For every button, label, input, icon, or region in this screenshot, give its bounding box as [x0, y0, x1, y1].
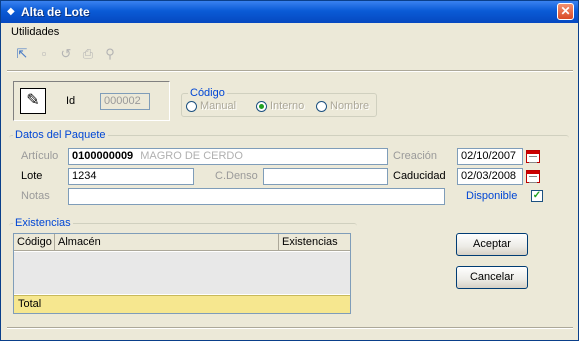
aceptar-button[interactable]: Aceptar — [456, 233, 528, 256]
menu-utilidades[interactable]: Utilidades — [11, 26, 59, 38]
bottom-separator — [7, 327, 573, 329]
save-icon[interactable]: ▫ — [33, 43, 55, 65]
datos-paquete-legend: Datos del Paquete — [13, 129, 108, 141]
codigo-group: Código Manual Interno Nombre — [181, 87, 377, 117]
search-icon[interactable]: ⚲ — [99, 43, 121, 65]
notas-field[interactable] — [68, 188, 445, 205]
articulo-name: MAGRO DE CERDO — [140, 150, 243, 162]
title-bar: ◆ Alta de Lote ✕ — [1, 1, 578, 23]
total-row: Total — [14, 295, 350, 313]
toolbar-separator — [7, 70, 573, 72]
notas-label: Notas — [21, 190, 50, 202]
articulo-label: Artículo — [21, 150, 59, 162]
existencias-legend: Existencias — [13, 217, 73, 229]
radio-interno[interactable] — [256, 101, 267, 112]
radio-interno-label: Interno — [270, 100, 305, 112]
calendar-icon-caducidad[interactable] — [526, 170, 540, 183]
id-label: Id — [66, 95, 76, 107]
radio-manual-label: Manual — [200, 100, 237, 112]
undo-icon[interactable]: ↺ — [55, 43, 77, 65]
column-codigo[interactable]: Código — [17, 236, 52, 248]
lote-label: Lote — [21, 170, 43, 182]
print-icon[interactable]: ⎙ — [77, 43, 99, 65]
menu-bar: Utilidades — [1, 23, 578, 41]
caducidad-label: Caducidad — [393, 170, 446, 182]
codigo-legend: Código — [188, 87, 227, 99]
total-label: Total — [18, 298, 42, 310]
creacion-label: Creación — [393, 150, 438, 162]
radio-nombre-label: Nombre — [330, 100, 370, 112]
calendar-icon-creacion[interactable] — [526, 150, 540, 163]
close-button[interactable]: ✕ — [557, 3, 574, 20]
lote-header-box: ✎ Id 000002 — [13, 81, 170, 121]
exit-icon[interactable]: ⇱ — [11, 43, 33, 65]
cdenso-field[interactable] — [263, 168, 388, 185]
window-title: Alta de Lote — [21, 5, 90, 19]
column-almacen[interactable]: Almacén — [58, 236, 101, 248]
disponible-checkbox[interactable]: ✓ — [531, 190, 543, 202]
caducidad-date[interactable]: 02/03/2008 — [457, 168, 523, 185]
radio-nombre[interactable] — [316, 101, 327, 112]
table-body — [14, 252, 350, 294]
creacion-date[interactable]: 02/10/2007 — [457, 148, 523, 165]
lote-field[interactable]: 1234 — [68, 168, 194, 185]
package-icon: ✎ — [20, 88, 46, 114]
articulo-field[interactable]: 0100000009 MAGRO DE CERDO — [68, 148, 388, 165]
radio-manual[interactable] — [186, 101, 197, 112]
column-divider — [278, 234, 279, 251]
articulo-code: 0100000009 — [72, 150, 134, 162]
column-divider — [54, 234, 55, 251]
cdenso-label: C.Denso — [215, 170, 258, 182]
existencias-table[interactable]: Código Almacén Existencias Total — [13, 233, 351, 314]
cancelar-button[interactable]: Cancelar — [456, 266, 528, 289]
column-existencias[interactable]: Existencias — [282, 236, 338, 248]
alta-de-lote-window: ◆ Alta de Lote ✕ Utilidades ⇱ ▫ ↺ ⎙ ⚲ ✎ … — [0, 0, 579, 341]
disponible-label: Disponible — [466, 190, 518, 202]
app-icon: ◆ — [7, 6, 15, 17]
table-header: Código Almacén Existencias — [14, 234, 350, 251]
id-field: 000002 — [100, 93, 150, 110]
